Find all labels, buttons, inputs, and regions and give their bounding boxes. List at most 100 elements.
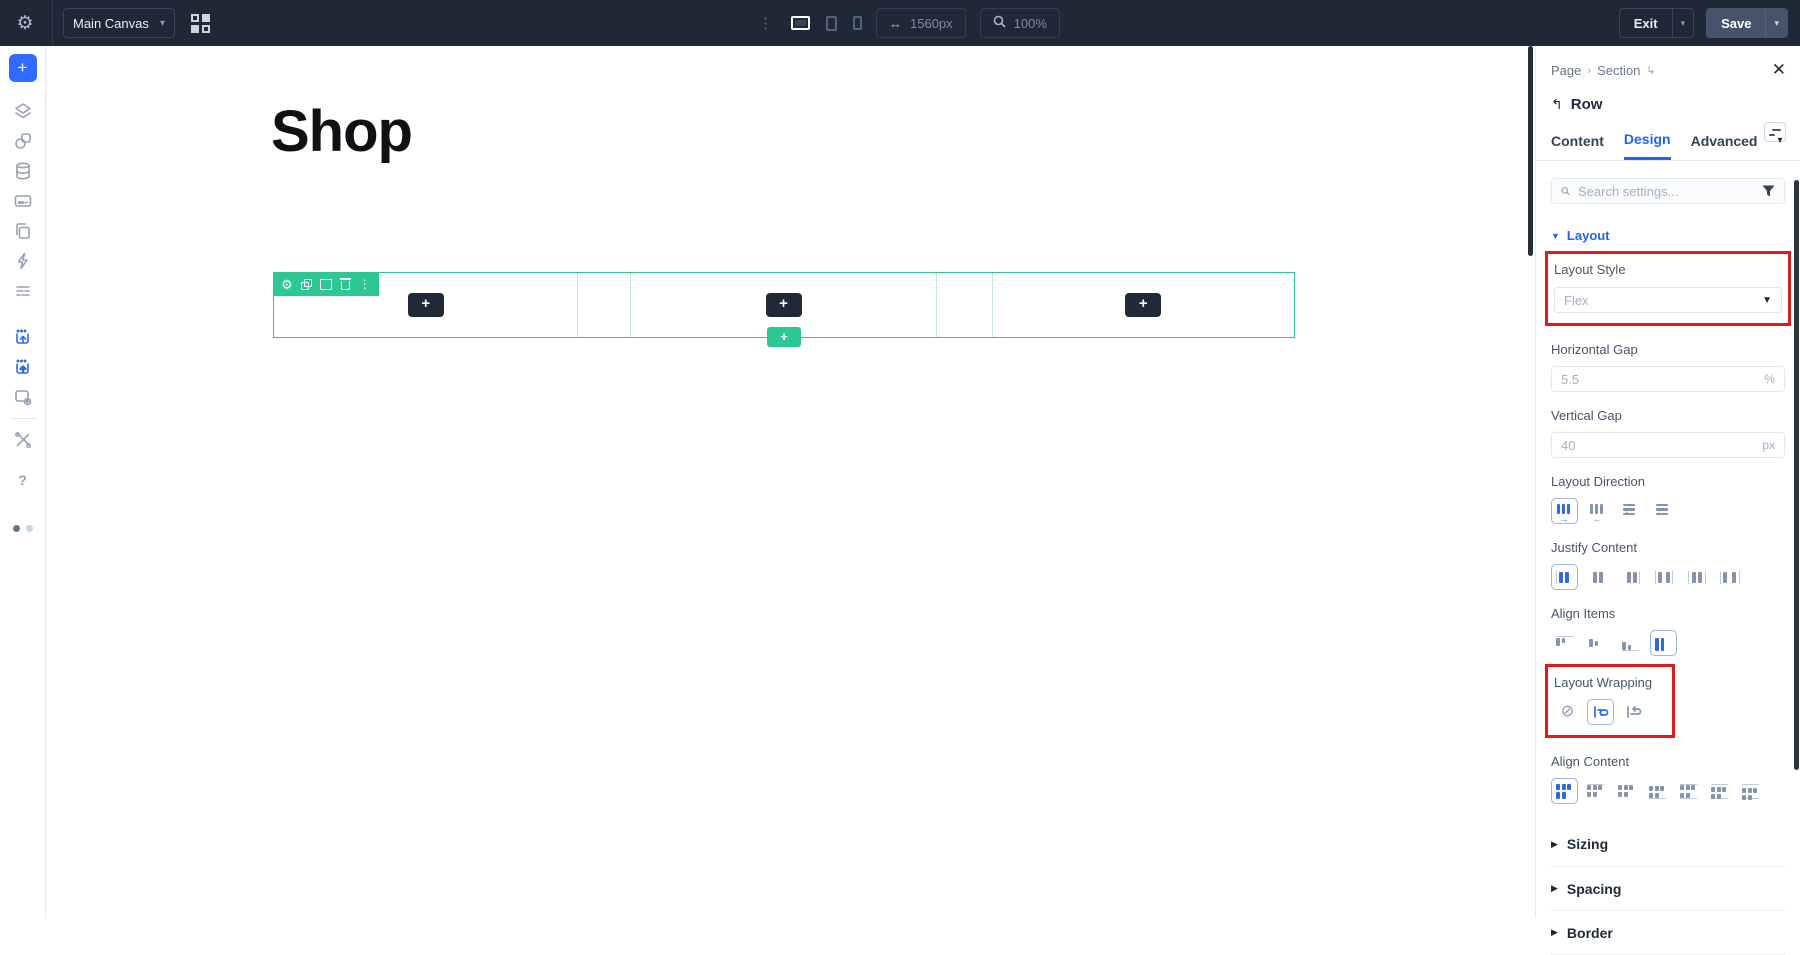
toolbar-divider bbox=[52, 0, 53, 46]
wrap-reverse-icon[interactable] bbox=[1620, 699, 1647, 725]
align-content-space-between-icon[interactable] bbox=[1675, 778, 1702, 804]
layout-style-value: Flex bbox=[1564, 293, 1589, 308]
breadcrumb-section[interactable]: Section bbox=[1597, 63, 1640, 78]
desktop-breakpoint-icon[interactable] bbox=[791, 16, 810, 30]
copy-pages-icon[interactable] bbox=[8, 216, 38, 246]
align-items-stretch-icon[interactable] bbox=[1650, 630, 1677, 656]
wrap-none-icon[interactable]: ⊘ bbox=[1554, 699, 1581, 725]
selected-row-outline[interactable]: ⚙ ⋮ + + + + bbox=[273, 272, 1295, 338]
vertical-gap-unit[interactable]: px bbox=[1762, 438, 1775, 452]
justify-center-icon[interactable] bbox=[1584, 564, 1611, 590]
close-icon[interactable]: ✕ bbox=[1772, 60, 1786, 80]
tab-content[interactable]: Content bbox=[1551, 133, 1604, 159]
justify-space-between-icon[interactable] bbox=[1650, 564, 1677, 590]
phone-breakpoint-icon[interactable] bbox=[853, 16, 862, 30]
grid-view-icon[interactable] bbox=[191, 14, 210, 33]
exit-split-button: Exit ▾ bbox=[1619, 8, 1694, 38]
justify-flex-end-icon[interactable] bbox=[1617, 564, 1644, 590]
tab-advanced[interactable]: Advanced bbox=[1691, 133, 1758, 159]
sidebar-divider bbox=[10, 418, 36, 419]
add-element-to-column-button[interactable]: + bbox=[766, 293, 802, 317]
filter-funnel-icon[interactable] bbox=[1762, 185, 1775, 197]
panel-scrollbar-thumb[interactable] bbox=[1528, 46, 1533, 256]
border-section-toggle[interactable]: ▶ Border bbox=[1551, 910, 1785, 954]
align-content-space-evenly-icon[interactable] bbox=[1737, 778, 1764, 804]
add-row-below-button[interactable]: + bbox=[767, 327, 801, 347]
row-duplicate-icon[interactable] bbox=[301, 279, 312, 290]
row-column-3[interactable]: + bbox=[993, 273, 1294, 337]
sizing-section-toggle[interactable]: ▶ Sizing bbox=[1551, 822, 1785, 866]
vertical-gap-input[interactable]: 40 px bbox=[1551, 432, 1785, 458]
row-kebab-icon[interactable]: ⋮ bbox=[359, 278, 371, 290]
caret-right-icon: ▶ bbox=[1551, 839, 1558, 850]
exit-chevron-icon[interactable]: ▾ bbox=[1672, 9, 1694, 37]
window-settings-icon[interactable] bbox=[8, 382, 38, 412]
layers-icon[interactable] bbox=[8, 96, 38, 126]
window-scrollbar-thumb[interactable] bbox=[1794, 180, 1799, 770]
design-library-icon[interactable] bbox=[8, 126, 38, 156]
save-button[interactable]: Save bbox=[1707, 9, 1765, 37]
vertical-gap-label: Vertical Gap bbox=[1551, 408, 1785, 423]
page-title-heading[interactable]: Shop bbox=[271, 98, 412, 165]
spacing-section-toggle[interactable]: ▶ Spacing bbox=[1551, 866, 1785, 910]
add-element-to-column-button[interactable]: + bbox=[1125, 293, 1161, 317]
direction-column-icon[interactable]: ↓ bbox=[1617, 498, 1644, 524]
tab-design[interactable]: Design bbox=[1624, 131, 1671, 160]
vertical-gap-value: 40 bbox=[1561, 438, 1575, 453]
align-items-center-icon[interactable] bbox=[1584, 630, 1611, 656]
caret-down-icon: ▼ bbox=[1551, 231, 1560, 241]
canvas-selector-dropdown[interactable]: Main Canvas ▾ bbox=[63, 8, 175, 38]
exit-button[interactable]: Exit bbox=[1620, 9, 1672, 37]
align-items-flex-end-icon[interactable] bbox=[1617, 630, 1644, 656]
align-content-flex-start-icon[interactable] bbox=[1582, 778, 1609, 804]
form-field-icon[interactable] bbox=[8, 186, 38, 216]
width-arrows-icon: ↔ bbox=[889, 16, 902, 31]
database-icon[interactable] bbox=[8, 156, 38, 186]
direction-row-reverse-icon[interactable]: ← bbox=[1584, 498, 1611, 524]
builder-settings-gear-icon[interactable]: ⚙ bbox=[12, 12, 38, 35]
align-content-flex-end-icon[interactable] bbox=[1644, 778, 1671, 804]
help-icon[interactable]: ? bbox=[8, 465, 38, 495]
tools-icon[interactable] bbox=[8, 425, 38, 455]
row-trash-icon[interactable] bbox=[340, 278, 351, 290]
list-settings-icon[interactable] bbox=[8, 276, 38, 306]
tabs-chevron-down-icon[interactable]: ▾ bbox=[1778, 135, 1783, 156]
canvas-selector-label: Main Canvas bbox=[73, 16, 149, 31]
add-element-to-column-button[interactable]: + bbox=[408, 293, 444, 317]
dot-active bbox=[13, 525, 20, 532]
direction-column-reverse-icon[interactable]: ↑ bbox=[1650, 498, 1677, 524]
caret-right-icon: ▶ bbox=[1551, 927, 1558, 938]
align-content-space-around-icon[interactable] bbox=[1706, 778, 1733, 804]
wrap-icon[interactable] bbox=[1587, 699, 1614, 725]
breadcrumb-page[interactable]: Page bbox=[1551, 63, 1581, 78]
kebab-menu-icon[interactable]: ⋮ bbox=[758, 14, 773, 32]
insert-mode-icon[interactable] bbox=[8, 322, 38, 352]
tablet-breakpoint-icon[interactable] bbox=[826, 16, 837, 31]
align-items-flex-start-icon[interactable] bbox=[1551, 630, 1578, 656]
back-arrow-icon[interactable]: ↰ bbox=[1551, 96, 1563, 113]
sizing-section-label: Sizing bbox=[1567, 836, 1608, 852]
bolt-icon[interactable] bbox=[8, 246, 38, 276]
align-content-stretch-icon[interactable] bbox=[1551, 778, 1578, 804]
border-section-label: Border bbox=[1567, 925, 1613, 941]
layout-section-header[interactable]: ▼ Layout bbox=[1551, 228, 1785, 243]
layout-style-dropdown[interactable]: Flex ▼ bbox=[1554, 287, 1782, 313]
save-chevron-icon[interactable]: ▾ bbox=[1765, 9, 1787, 37]
breadcrumb-separator: › bbox=[1587, 65, 1591, 77]
horizontal-gap-input[interactable]: 5.5 % bbox=[1551, 366, 1785, 392]
justify-space-around-icon[interactable] bbox=[1683, 564, 1710, 590]
horizontal-gap-unit[interactable]: % bbox=[1764, 372, 1775, 386]
row-columns-icon[interactable] bbox=[320, 279, 332, 290]
justify-flex-start-icon[interactable] bbox=[1551, 564, 1578, 590]
search-settings-box bbox=[1551, 178, 1785, 204]
align-content-center-icon[interactable] bbox=[1613, 778, 1640, 804]
sidebar-page-dots[interactable] bbox=[13, 525, 33, 532]
canvas-zoom-control[interactable]: 100% bbox=[980, 8, 1060, 38]
canvas-width-control[interactable]: ↔ 1560px bbox=[876, 8, 966, 38]
add-element-button[interactable]: + bbox=[9, 54, 37, 82]
insert-mode-alt-icon[interactable] bbox=[8, 352, 38, 382]
direction-row-icon[interactable]: → bbox=[1551, 498, 1578, 524]
search-settings-input[interactable] bbox=[1578, 184, 1754, 199]
row-settings-gear-icon[interactable]: ⚙ bbox=[281, 278, 293, 291]
justify-space-evenly-icon[interactable] bbox=[1716, 564, 1743, 590]
